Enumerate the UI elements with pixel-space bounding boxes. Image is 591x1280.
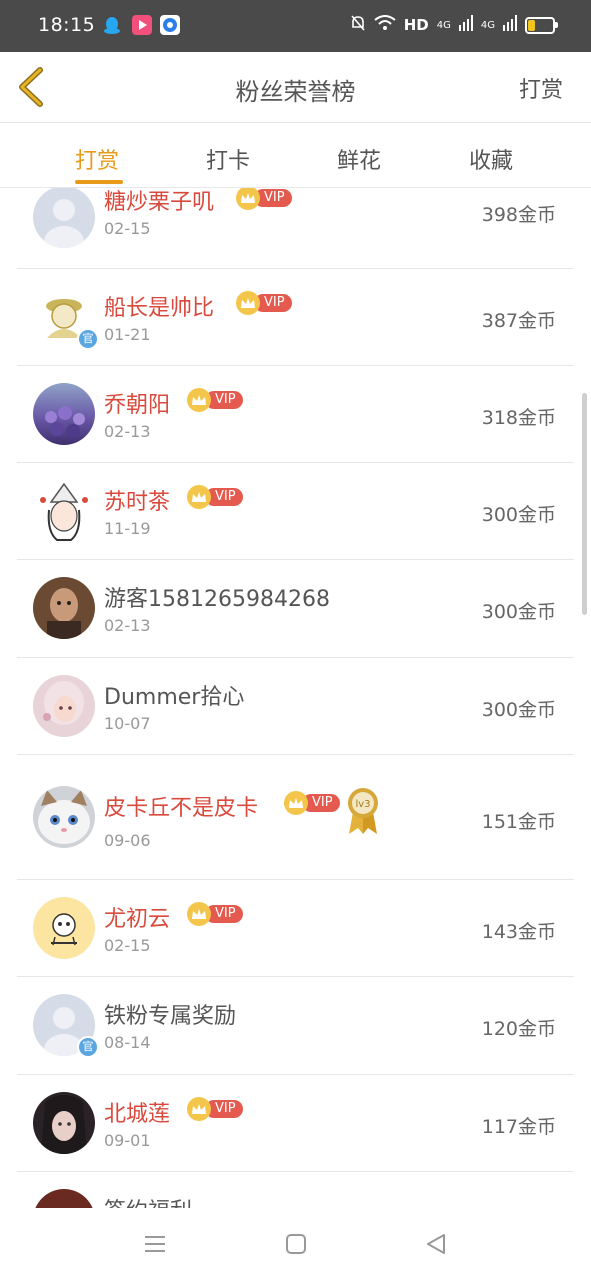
home-icon[interactable] [284, 1232, 308, 1256]
status-bar: 18:15 HD 4G 4G [0, 0, 591, 52]
list-item[interactable]: 尤初云 VIP 02-15 143金币 [17, 879, 574, 977]
vip-badge: VIP [187, 1097, 243, 1121]
video-app-icon [132, 15, 152, 35]
list-scrollbar[interactable] [582, 393, 587, 615]
active-tab-indicator [75, 180, 123, 184]
list-item[interactable]: 苏时茶 VIP 11-19 300金币 [17, 462, 574, 560]
avatar[interactable] [33, 188, 95, 248]
avatar[interactable] [33, 786, 95, 848]
tab-checkin[interactable]: 打卡 [206, 143, 250, 175]
medal-icon: lv3 [345, 786, 381, 836]
signal-icon [503, 15, 517, 35]
coin-amount: 120金币 [481, 1018, 556, 1040]
crown-icon [187, 1097, 211, 1121]
vip-badge: VIP [187, 485, 243, 509]
avatar[interactable] [33, 897, 95, 959]
coin-amount: 300金币 [481, 504, 556, 526]
avatar[interactable] [33, 577, 95, 639]
wifi-icon [374, 15, 396, 35]
vip-badge: VIP [236, 188, 292, 210]
date-label: 10-07 [104, 714, 151, 733]
vip-badge: VIP [236, 291, 292, 315]
back-icon[interactable] [424, 1232, 448, 1256]
user-name: 尤初云 [104, 907, 171, 932]
vip-badge: VIP [284, 791, 340, 815]
tab-bar: 打赏 打卡 鲜花 收藏 [0, 123, 591, 188]
battery-level [528, 19, 535, 31]
crown-icon [236, 188, 260, 210]
reward-button[interactable]: 打赏 [519, 72, 563, 104]
date-label: 11-19 [104, 519, 151, 538]
avatar[interactable] [33, 1189, 95, 1208]
page-title: 粉丝荣誉榜 [235, 78, 356, 106]
coin-amount: 151金币 [481, 811, 556, 833]
user-name: Dummer拾心 [104, 685, 245, 710]
user-name: 糖炒栗子叽 [104, 190, 215, 215]
user-name: 铁粉专属奖励 [104, 1004, 237, 1029]
crown-icon [187, 902, 211, 926]
tab-flowers[interactable]: 鲜花 [337, 143, 381, 175]
tab-reward[interactable]: 打赏 [75, 143, 119, 175]
date-label: 09-01 [104, 1131, 151, 1150]
app-header: 粉丝荣誉榜 打赏 [0, 52, 591, 123]
ranking-list[interactable]: 糖炒栗子叽 VIP 02-15 398金币 官 船长是帅比 VIP 01-21 … [0, 188, 591, 1208]
user-name: 船长是帅比 [104, 296, 215, 321]
crown-icon [187, 485, 211, 509]
menu-icon[interactable] [143, 1232, 167, 1256]
vip-badge: VIP [187, 388, 243, 412]
date-label: 02-13 [104, 422, 151, 441]
qq-icon [102, 15, 122, 35]
medal-level-text: lv3 [355, 799, 370, 810]
official-badge: 官 [77, 328, 99, 350]
signal-4g-label-b: 4G [480, 19, 495, 31]
list-item[interactable]: 乔朝阳 VIP 02-13 318金币 [17, 365, 574, 463]
date-label: 02-15 [104, 936, 151, 955]
list-item[interactable]: 官 铁粉专属奖励 08-14 120金币 [17, 976, 574, 1075]
vip-badge: VIP [187, 902, 243, 926]
date-label: 01-21 [104, 325, 151, 344]
coin-amount: 117金币 [481, 1116, 556, 1138]
mute-bell-icon [350, 14, 366, 36]
user-name: 游客1581265984268 [104, 587, 330, 612]
user-name: 北城莲 [104, 1102, 171, 1127]
list-item[interactable]: 北城莲 VIP 09-01 117金币 [17, 1074, 574, 1172]
crown-icon [284, 791, 308, 815]
official-badge: 官 [77, 1036, 99, 1058]
avatar[interactable] [33, 480, 95, 542]
signal-icon [458, 15, 473, 35]
avatar[interactable] [33, 383, 95, 445]
list-item[interactable]: Dummer拾心 10-07 300金币 [17, 657, 574, 755]
coin-amount: 318金币 [481, 407, 556, 429]
coin-amount: 387金币 [481, 310, 556, 332]
date-label: 09-06 [104, 831, 151, 850]
coin-amount: 300金币 [481, 601, 556, 623]
crown-icon [236, 291, 260, 315]
list-item[interactable]: 签约福利 [17, 1171, 574, 1208]
user-name: 苏时茶 [104, 490, 171, 515]
hd-indicator: HD [403, 16, 429, 34]
avatar[interactable] [33, 1092, 95, 1154]
user-name: 皮卡丘不是皮卡 [104, 796, 259, 821]
list-item[interactable]: 官 船长是帅比 VIP 01-21 387金币 [17, 268, 574, 366]
date-label: 02-13 [104, 616, 151, 635]
coin-amount: 398金币 [481, 204, 556, 226]
crown-icon [187, 388, 211, 412]
user-name: 乔朝阳 [104, 393, 171, 418]
status-time: 18:15 [38, 14, 96, 36]
browser-app-icon [160, 15, 180, 35]
list-item[interactable]: 游客1581265984268 02-13 300金币 [17, 559, 574, 658]
coin-amount: 143金币 [481, 921, 556, 943]
battery-icon [525, 16, 558, 34]
system-nav-bar [0, 1208, 591, 1280]
tab-favorites[interactable]: 收藏 [469, 143, 513, 175]
avatar[interactable] [33, 675, 95, 737]
list-item[interactable]: 皮卡丘不是皮卡 VIP lv3 09-06 151金币 [17, 754, 574, 880]
list-item[interactable]: 糖炒栗子叽 VIP 02-15 398金币 [17, 188, 574, 269]
coin-amount: 300金币 [481, 699, 556, 721]
date-label: 02-15 [104, 219, 151, 238]
date-label: 08-14 [104, 1033, 151, 1052]
signal-4g-label-a: 4G [436, 19, 451, 31]
user-name: 签约福利 [104, 1193, 192, 1208]
